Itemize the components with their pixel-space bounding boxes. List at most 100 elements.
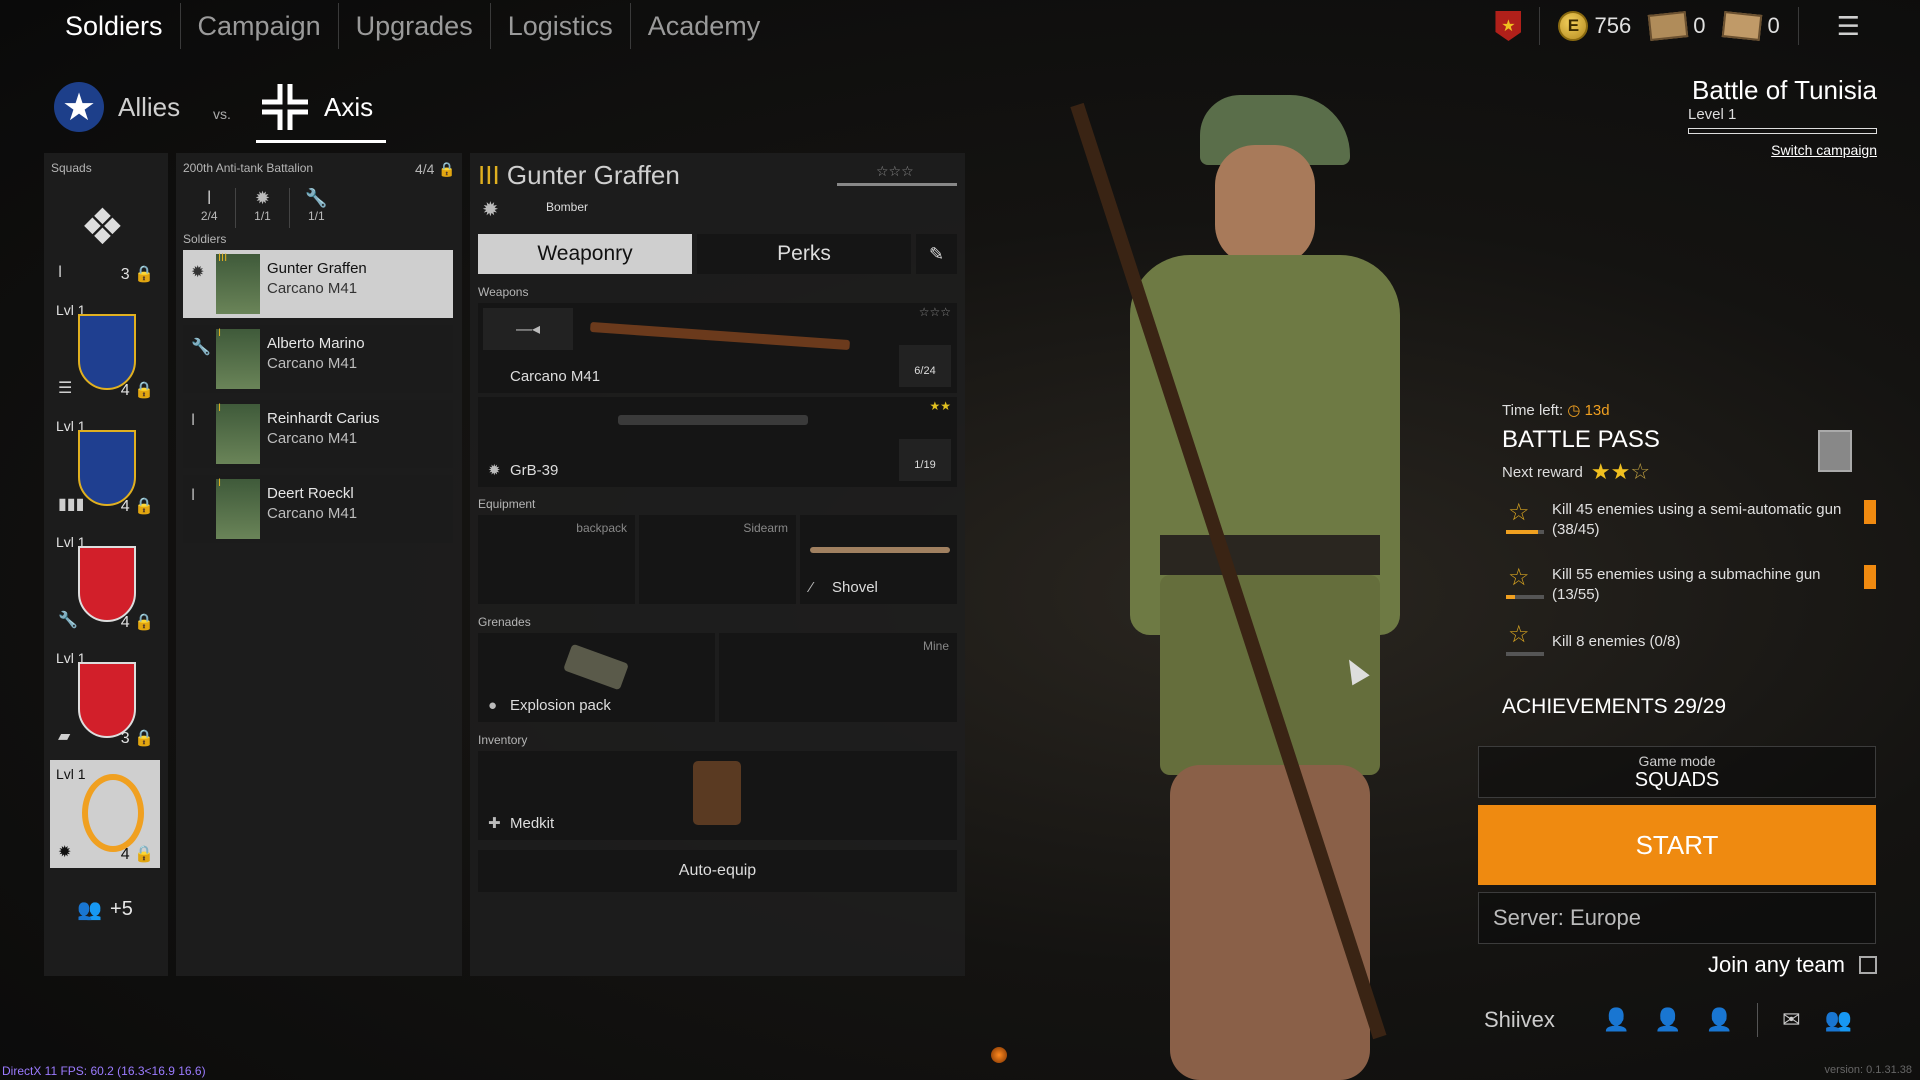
- star-icon: ☆: [1508, 621, 1530, 648]
- reward-stars: ★★☆: [1590, 459, 1651, 484]
- switch-campaign-link[interactable]: Switch campaign: [1771, 142, 1877, 158]
- engineer-slot[interactable]: 🔧 1/1: [290, 188, 343, 228]
- squad-card[interactable]: Lvl 1 ▮▮▮ 4 🔒: [50, 412, 160, 520]
- axis-underline: [256, 140, 386, 143]
- tank-class-icon: ▰: [58, 728, 71, 745]
- ammo-box[interactable]: 1/19: [899, 439, 951, 481]
- friends-icon[interactable]: 👥: [1825, 1007, 1852, 1033]
- medkit-icon: ✚: [488, 815, 501, 832]
- divider: [1539, 7, 1541, 45]
- rifle-slot[interactable]: ǀ 2/4: [183, 188, 237, 228]
- bayonet-slot[interactable]: —◂: [483, 308, 573, 350]
- faction-axis[interactable]: Axis: [260, 82, 373, 132]
- reward-preview[interactable]: [1818, 430, 1852, 472]
- melee-slot[interactable]: ⁄ Shovel: [800, 515, 957, 604]
- ticket-counter-a[interactable]: 0: [1647, 11, 1705, 41]
- soldier-portrait: [216, 479, 260, 539]
- tab-logistics[interactable]: Logistics: [489, 3, 630, 49]
- add-friend-icon[interactable]: 👤: [1706, 1007, 1733, 1033]
- time-left: Time left: ◷ 13d: [1502, 401, 1610, 419]
- time-left-label: Time left:: [1502, 402, 1564, 419]
- player-name[interactable]: Shiivex: [1484, 1007, 1555, 1033]
- battlepass-task[interactable]: ☆ Kill 55 enemies using a submachine gun…: [1506, 563, 1876, 613]
- eagle-emblem-icon: ❖: [80, 199, 125, 255]
- squad-card[interactable]: Lvl 1 🔧 4 🔒: [50, 528, 160, 636]
- game-mode-selector[interactable]: Game mode SQUADS: [1478, 746, 1876, 798]
- grenades-label: Grenades: [478, 615, 531, 629]
- primary-weapon-name: Carcano M41: [510, 368, 601, 385]
- soldier-row[interactable]: 🔧 I Alberto Marino Carcano M41: [183, 325, 453, 393]
- tab-academy[interactable]: Academy: [629, 3, 778, 49]
- squad-card[interactable]: Lvl 1 ☰ 4 🔒: [50, 296, 160, 404]
- ammo-box[interactable]: 6/24: [899, 345, 951, 387]
- grenade-launcher-image: [618, 415, 808, 425]
- rifle-icon: ǀ: [191, 412, 196, 429]
- campaign-title: Battle of Tunisia: [1692, 75, 1877, 105]
- edit-button[interactable]: ✎: [916, 234, 957, 274]
- melee-name: Shovel: [832, 579, 878, 596]
- pencil-icon: ✎: [928, 243, 945, 264]
- stars-filled: ★★: [929, 399, 951, 413]
- tab-soldiers[interactable]: Soldiers: [50, 3, 180, 49]
- ticket-icon: [1647, 11, 1689, 41]
- ticket-b-value: 0: [1767, 13, 1780, 38]
- squad-count: 3 🔒: [120, 730, 154, 747]
- rank-badge-icon[interactable]: ★: [1495, 11, 1522, 41]
- start-button[interactable]: START: [1478, 805, 1876, 885]
- soldier-name: Reinhardt Carius: [267, 410, 380, 427]
- start-label: START: [1635, 829, 1719, 860]
- backpack-slot[interactable]: backpack: [478, 515, 635, 604]
- battlepass-task[interactable]: ☆ Kill 45 enemies using a semi-automatic…: [1506, 498, 1876, 548]
- soldier-row[interactable]: ǀ I Deert Roeckl Carcano M41: [183, 475, 453, 543]
- division-shield-icon: [78, 546, 136, 622]
- soldier-row[interactable]: ǀ I Reinhardt Carius Carcano M41: [183, 400, 453, 468]
- primary-weapon-slot[interactable]: —◂ ☆☆☆ Carcano M41 6/24: [478, 303, 957, 393]
- time-left-value: 13d: [1584, 402, 1610, 419]
- soldier-weapon: Carcano M41: [267, 355, 358, 372]
- join-any-team: Join any team: [1708, 952, 1877, 978]
- tab-weaponry[interactable]: Weaponry: [478, 234, 692, 274]
- stars-empty: ☆☆☆: [918, 305, 951, 319]
- ammo-count: 6/24: [914, 365, 936, 377]
- achievements-link[interactable]: ACHIEVEMENTS 29/29: [1502, 695, 1726, 719]
- secondary-weapon-slot[interactable]: ★★ ✹ GrB-39 1/19: [478, 397, 957, 487]
- faction-allies[interactable]: ★ Allies: [54, 82, 180, 132]
- squad-card-selected[interactable]: Lvl 1 ✹ 4 🔒: [50, 760, 160, 868]
- mine-slot[interactable]: Mine: [719, 633, 957, 722]
- axis-label: Axis: [324, 91, 374, 122]
- add-squads-button[interactable]: 👥 +5: [50, 883, 160, 935]
- tab-perks[interactable]: Perks: [697, 234, 911, 274]
- soldier-row-selected[interactable]: ✹ III Gunter Graffen Carcano M41: [183, 250, 453, 318]
- class-slots: ǀ 2/4 ✹ 1/1 🔧 1/1: [183, 188, 343, 228]
- add-friend-icon[interactable]: 👤: [1654, 1007, 1681, 1033]
- bomber-slot[interactable]: ✹ 1/1: [236, 188, 290, 228]
- inventory-slot[interactable]: ✚ Medkit: [478, 751, 957, 840]
- task-progress: [1506, 595, 1544, 599]
- ticket-counter-b[interactable]: 0: [1722, 11, 1780, 41]
- equipment-label: Equipment: [478, 497, 536, 511]
- join-any-team-checkbox[interactable]: [1859, 956, 1877, 974]
- auto-equip-button[interactable]: Auto-equip: [478, 850, 957, 892]
- squad-card[interactable]: Lvl 1 ▰ 3 🔒: [50, 644, 160, 752]
- soldier-name: Gunter Graffen: [267, 260, 367, 277]
- bomber-class-icon: ✹: [482, 199, 499, 221]
- server-selector[interactable]: Server: Europe: [1478, 892, 1876, 944]
- battlepass-title[interactable]: BATTLE PASS: [1502, 426, 1660, 454]
- grenade-slot[interactable]: ● Explosion pack: [478, 633, 715, 722]
- rank-badge: I: [218, 477, 222, 489]
- sidearm-slot[interactable]: Sidearm: [639, 515, 796, 604]
- card-pack-icon: [1722, 11, 1763, 41]
- squad-count: 3 🔒: [120, 266, 154, 283]
- tab-campaign[interactable]: Campaign: [179, 3, 338, 49]
- wrench-class-icon: 🔧: [58, 612, 78, 629]
- mail-icon[interactable]: ✉: [1782, 1007, 1800, 1033]
- silver-counter[interactable]: E 756: [1558, 11, 1631, 41]
- star-icon: ☆: [1508, 564, 1530, 591]
- squad-card[interactable]: ❖ ǀ 3 🔒: [50, 180, 160, 288]
- soldier-weapon: Carcano M41: [267, 505, 358, 522]
- battlepass-task[interactable]: ☆ Kill 8 enemies (0/8): [1506, 620, 1876, 670]
- tab-upgrades[interactable]: Upgrades: [337, 3, 490, 49]
- add-friend-icon[interactable]: 👤: [1603, 1007, 1630, 1033]
- menu-icon[interactable]: ☰: [1837, 11, 1860, 42]
- auto-equip-label: Auto-equip: [678, 862, 757, 879]
